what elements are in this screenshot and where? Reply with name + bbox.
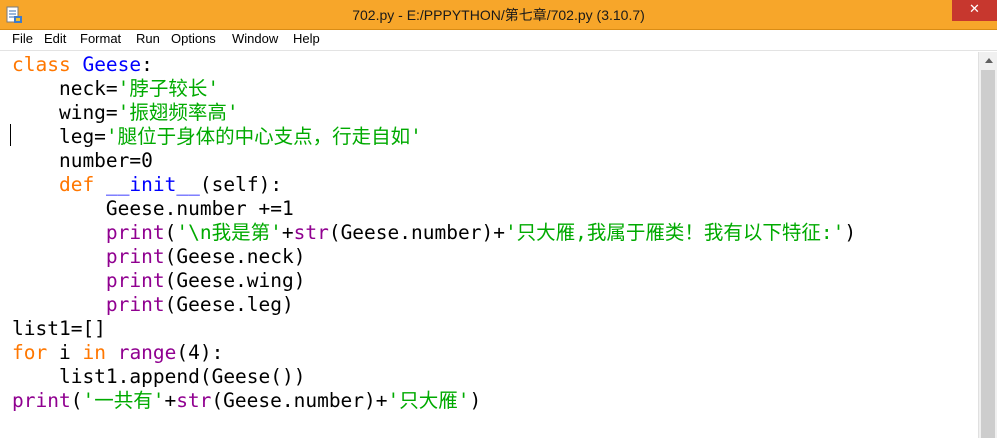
code-token: + (281, 221, 294, 244)
code-editor[interactable]: class Geese: neck='脖子较长' wing='振翅频率高' le… (0, 52, 978, 438)
code-line: Geese.number +=1 (12, 197, 294, 221)
code-line: leg='腿位于身体的中心支点，行走自如' (12, 125, 422, 149)
code-token: ) (469, 389, 482, 412)
code-token: '振翅频率高' (117, 101, 239, 124)
close-button[interactable]: ✕ (952, 0, 997, 21)
code-token: leg= (12, 125, 106, 148)
text-cursor (10, 124, 11, 146)
code-token: print (105, 245, 165, 268)
scrollbar-thumb[interactable] (981, 70, 995, 438)
code-line: print('一共有'+str(Geese.number)+'只大雁') (12, 389, 481, 413)
code-token: (Geese.leg) (164, 293, 294, 316)
code-token: (Geese.wing) (164, 269, 306, 292)
code-line: print(Geese.neck) (12, 245, 306, 269)
code-token: str (176, 389, 212, 412)
code-token: range (117, 341, 177, 364)
code-line: def __init__(self): (12, 173, 282, 197)
menu-format[interactable]: Format (80, 30, 121, 51)
code-token: (self): (199, 173, 283, 196)
close-icon: ✕ (969, 2, 980, 17)
code-token: print (105, 269, 165, 292)
code-token: (4): (176, 341, 224, 364)
window-title: 702.py - E:/PPPYTHON/第七章/702.py (3.10.7) (352, 7, 645, 23)
code-line: print(Geese.wing) (12, 269, 306, 293)
code-token: print (12, 389, 71, 412)
code-token: + (164, 389, 177, 412)
code-token: class (12, 53, 71, 76)
code-token: i (47, 341, 83, 364)
code-token: ( (70, 389, 83, 412)
code-token: for (12, 341, 48, 364)
code-line: list1.append(Geese()) (12, 365, 306, 389)
menu-file[interactable]: File (12, 30, 33, 51)
code-token: '腿位于身体的中心支点，行走自如' (105, 125, 422, 148)
code-token: ) (844, 221, 857, 244)
code-token: '一共有' (82, 389, 165, 412)
scroll-up-arrow-icon[interactable] (979, 52, 997, 69)
code-token: (Geese.neck) (164, 245, 306, 268)
code-token: '只大雁' (387, 389, 470, 412)
code-token: __init__ (105, 173, 200, 196)
code-line: print('\n我是第'+str(Geese.number)+'只大雁,我属于… (12, 221, 856, 245)
menu-run[interactable]: Run (136, 30, 160, 51)
menu-bar: File Edit Format Run Options Window Help (0, 30, 997, 51)
menu-window[interactable]: Window (232, 30, 278, 51)
code-line: list1=[] (12, 317, 106, 341)
vertical-scrollbar[interactable] (978, 52, 997, 438)
code-token: Geese (82, 53, 142, 76)
code-line: class Geese: (12, 53, 153, 77)
code-line: wing='振翅频率高' (12, 101, 239, 125)
code-token: print (105, 221, 165, 244)
code-line: print(Geese.leg) (12, 293, 294, 317)
code-token: Geese.number +=1 (12, 197, 294, 220)
code-token: (Geese.number)+ (328, 221, 505, 244)
code-token: in (82, 341, 106, 364)
menu-options[interactable]: Options (171, 30, 216, 51)
code-token: '\n我是第' (176, 221, 282, 244)
title-bar: 702.py - E:/PPPYTHON/第七章/702.py (3.10.7)… (0, 0, 997, 30)
code-token: list1=[] (12, 317, 106, 340)
code-token: wing= (12, 101, 118, 124)
code-line: for i in range(4): (12, 341, 223, 365)
code-line: neck='脖子较长' (12, 77, 219, 101)
menu-help[interactable]: Help (293, 30, 320, 51)
code-token: print (105, 293, 165, 316)
code-token: ( (164, 221, 177, 244)
code-token: def (58, 173, 95, 196)
code-token: '只大雁,我属于雁类！我有以下特征:' (504, 221, 845, 244)
code-token: (Geese.number)+ (211, 389, 388, 412)
code-token: list1.append(Geese()) (12, 365, 306, 388)
code-token: : (141, 53, 153, 76)
code-token: str (293, 221, 329, 244)
menu-edit[interactable]: Edit (44, 30, 66, 51)
code-line: number=0 (12, 149, 153, 173)
code-token: number=0 (12, 149, 153, 172)
code-token: '脖子较长' (117, 77, 220, 100)
code-token: neck= (12, 77, 118, 100)
